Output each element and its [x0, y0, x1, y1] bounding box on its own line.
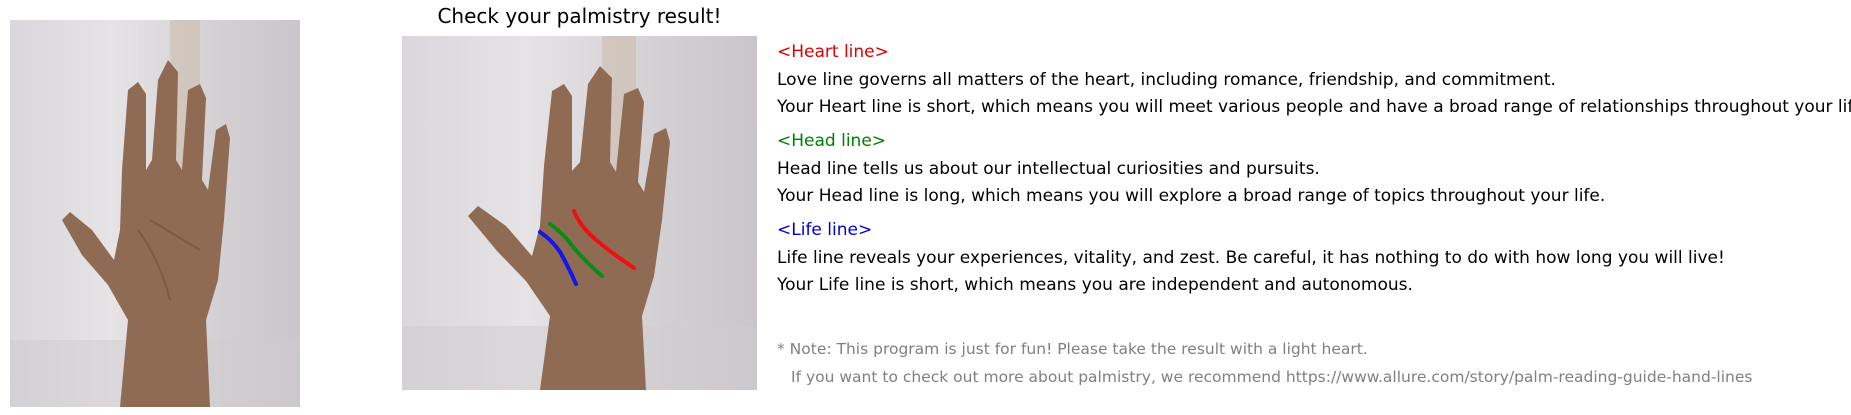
heart-line-section: <Heart line> Love line governs all matte…	[777, 40, 1851, 119]
head-line-description: Head line tells us about our intellectua…	[777, 159, 1320, 179]
heart-line-description: Love line governs all matters of the hea…	[777, 70, 1556, 90]
annotated-hand-photo	[402, 36, 757, 390]
result-text: <Heart line> Love line governs all matte…	[777, 40, 1851, 307]
heart-line-heading: <Heart line>	[777, 42, 889, 62]
heart-line-result: Your Heart line is short, which means yo…	[777, 97, 1851, 117]
note-recommendation: If you want to check out more about palm…	[791, 368, 1753, 386]
result-title: Check your palmistry result!	[437, 4, 722, 28]
life-line-description: Life line reveals your experiences, vita…	[777, 248, 1725, 268]
note-disclaimer: * Note: This program is just for fun! Pl…	[777, 340, 1368, 358]
head-line-heading: <Head line>	[777, 131, 887, 151]
head-line-result: Your Head line is long, which means you …	[777, 186, 1606, 206]
head-line-section: <Head line> Head line tells us about our…	[777, 129, 1837, 208]
life-line-section: <Life line> Life line reveals your exper…	[777, 218, 1837, 297]
original-hand-photo	[10, 20, 300, 407]
note: * Note: This program is just for fun! Pl…	[777, 338, 1837, 394]
life-line-heading: <Life line>	[777, 220, 873, 240]
life-line-result: Your Life line is short, which means you…	[777, 275, 1413, 295]
